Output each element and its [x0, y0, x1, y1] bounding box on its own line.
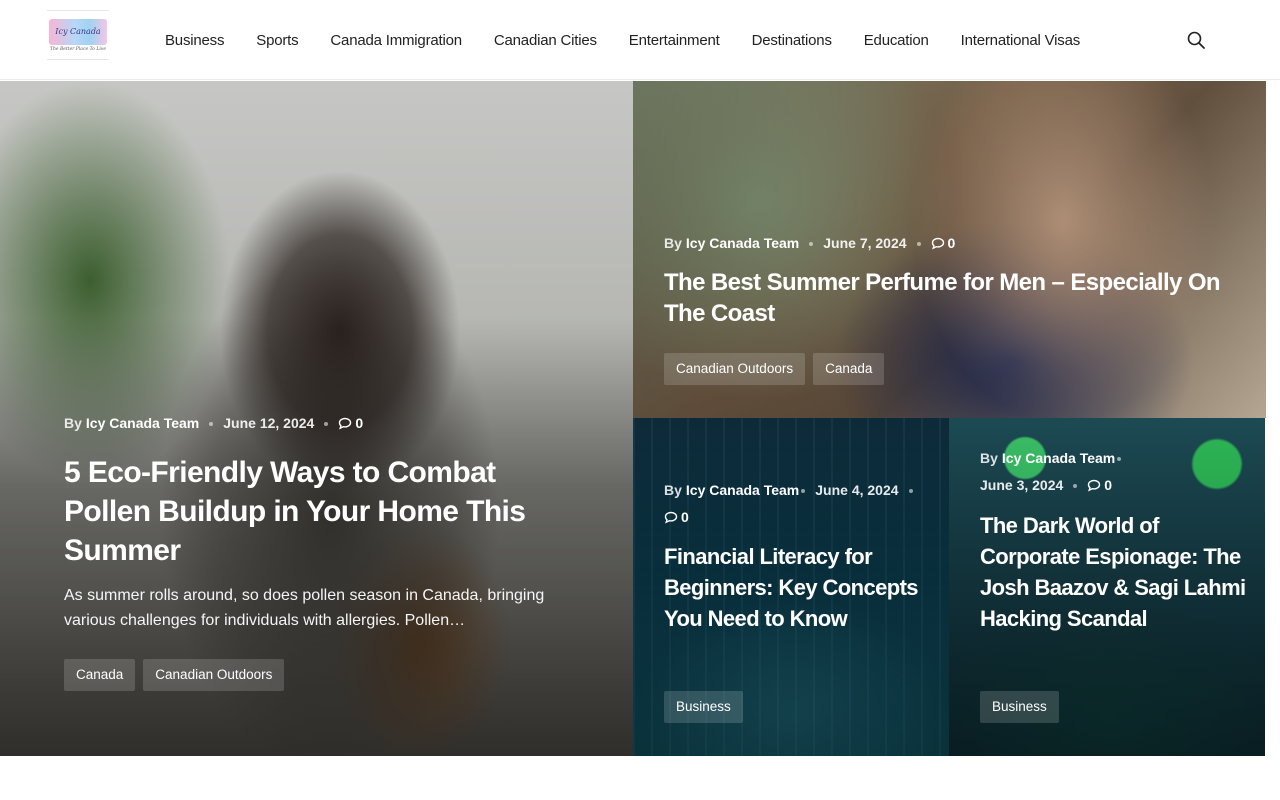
- by-label: By: [664, 235, 682, 251]
- comment-icon: [664, 511, 678, 524]
- nav-item-canada-immigration[interactable]: Canada Immigration: [330, 32, 462, 49]
- tag-business[interactable]: Business: [664, 691, 743, 723]
- post-tags: Business: [664, 691, 751, 723]
- post-card[interactable]: By Icy Canada Team June 3, 2024 0 The Da…: [949, 418, 1265, 756]
- post-card[interactable]: By Icy Canada Team June 7, 2024 0 The Be…: [633, 81, 1266, 418]
- post-tags: Canadian Outdoors Canada: [664, 353, 892, 385]
- comment-icon: [931, 237, 944, 250]
- by-label: By: [980, 450, 998, 466]
- comment-count-value: 0: [681, 509, 689, 525]
- comment-count[interactable]: 0: [664, 504, 689, 531]
- logo-tagline: The Better Place To Live: [49, 46, 106, 52]
- featured-post-card[interactable]: By Icy Canada Team June 12, 2024 0 5 Eco…: [0, 81, 633, 756]
- tag-canada[interactable]: Canada: [813, 353, 885, 385]
- comment-count[interactable]: 0: [338, 410, 363, 437]
- post-author[interactable]: Icy Canada Team: [86, 410, 199, 437]
- comment-count[interactable]: 0: [1087, 472, 1112, 499]
- post-title[interactable]: Financial Literacy for Beginners: Key Co…: [664, 541, 934, 634]
- nav-item-sports[interactable]: Sports: [256, 32, 298, 49]
- nav-item-education[interactable]: Education: [864, 32, 929, 49]
- search-icon[interactable]: [1186, 30, 1206, 50]
- comment-count[interactable]: 0: [931, 230, 956, 257]
- comment-count-value: 0: [1104, 477, 1113, 493]
- post-tags: Business: [980, 691, 1067, 723]
- tag-canadian-outdoors[interactable]: Canadian Outdoors: [143, 659, 285, 691]
- comment-icon: [1088, 479, 1101, 492]
- nav-item-business[interactable]: Business: [165, 32, 224, 49]
- by-label: By: [64, 415, 82, 431]
- post-date[interactable]: June 7, 2024: [823, 230, 906, 257]
- comment-count-value: 0: [947, 235, 956, 251]
- post-title[interactable]: The Best Summer Perfume for Men – Especi…: [664, 267, 1234, 329]
- post-tags: Canada Canadian Outdoors: [64, 659, 292, 691]
- logo-mark: Icy Canada: [49, 18, 107, 45]
- post-date[interactable]: June 12, 2024: [223, 410, 314, 437]
- main-nav: Business Sports Canada Immigration Canad…: [165, 0, 1112, 80]
- post-author[interactable]: Icy Canada Team: [686, 230, 799, 257]
- post-meta: By Icy Canada Team June 7, 2024 0: [664, 230, 955, 257]
- post-date[interactable]: June 4, 2024: [815, 477, 898, 504]
- post-date[interactable]: June 3, 2024: [980, 472, 1063, 499]
- comment-icon: [339, 417, 352, 430]
- nav-item-entertainment[interactable]: Entertainment: [629, 32, 720, 49]
- post-meta: By Icy Canada Team June 3, 2024 0: [980, 445, 1170, 499]
- post-title[interactable]: The Dark World of Corporate Espionage: T…: [980, 510, 1250, 634]
- post-author[interactable]: Icy Canada Team: [686, 477, 799, 504]
- post-meta: By Icy Canada Team June 12, 2024 0: [64, 410, 363, 437]
- post-meta: By Icy Canada Team June 4, 2024 0: [664, 477, 924, 531]
- nav-item-destinations[interactable]: Destinations: [752, 32, 832, 49]
- nav-item-canadian-cities[interactable]: Canadian Cities: [494, 32, 597, 49]
- tag-canada[interactable]: Canada: [64, 659, 136, 691]
- comment-count-value: 0: [355, 415, 364, 431]
- post-excerpt: As summer rolls around, so does pollen s…: [64, 587, 545, 629]
- nav-item-international-visas[interactable]: International Visas: [961, 32, 1081, 49]
- logo-name: Icy Canada: [55, 27, 101, 36]
- post-author[interactable]: Icy Canada Team: [1002, 445, 1115, 472]
- post-card[interactable]: By Icy Canada Team June 4, 2024 0 Financ…: [633, 418, 949, 756]
- site-header: Icy Canada The Better Place To Live Busi…: [0, 0, 1280, 80]
- tag-business[interactable]: Business: [980, 691, 1059, 723]
- post-title[interactable]: 5 Eco-Friendly Ways to Combat Pollen Bui…: [64, 453, 564, 570]
- site-logo[interactable]: Icy Canada The Better Place To Live: [47, 10, 109, 60]
- tag-canadian-outdoors[interactable]: Canadian Outdoors: [664, 353, 806, 385]
- by-label: By: [664, 482, 682, 498]
